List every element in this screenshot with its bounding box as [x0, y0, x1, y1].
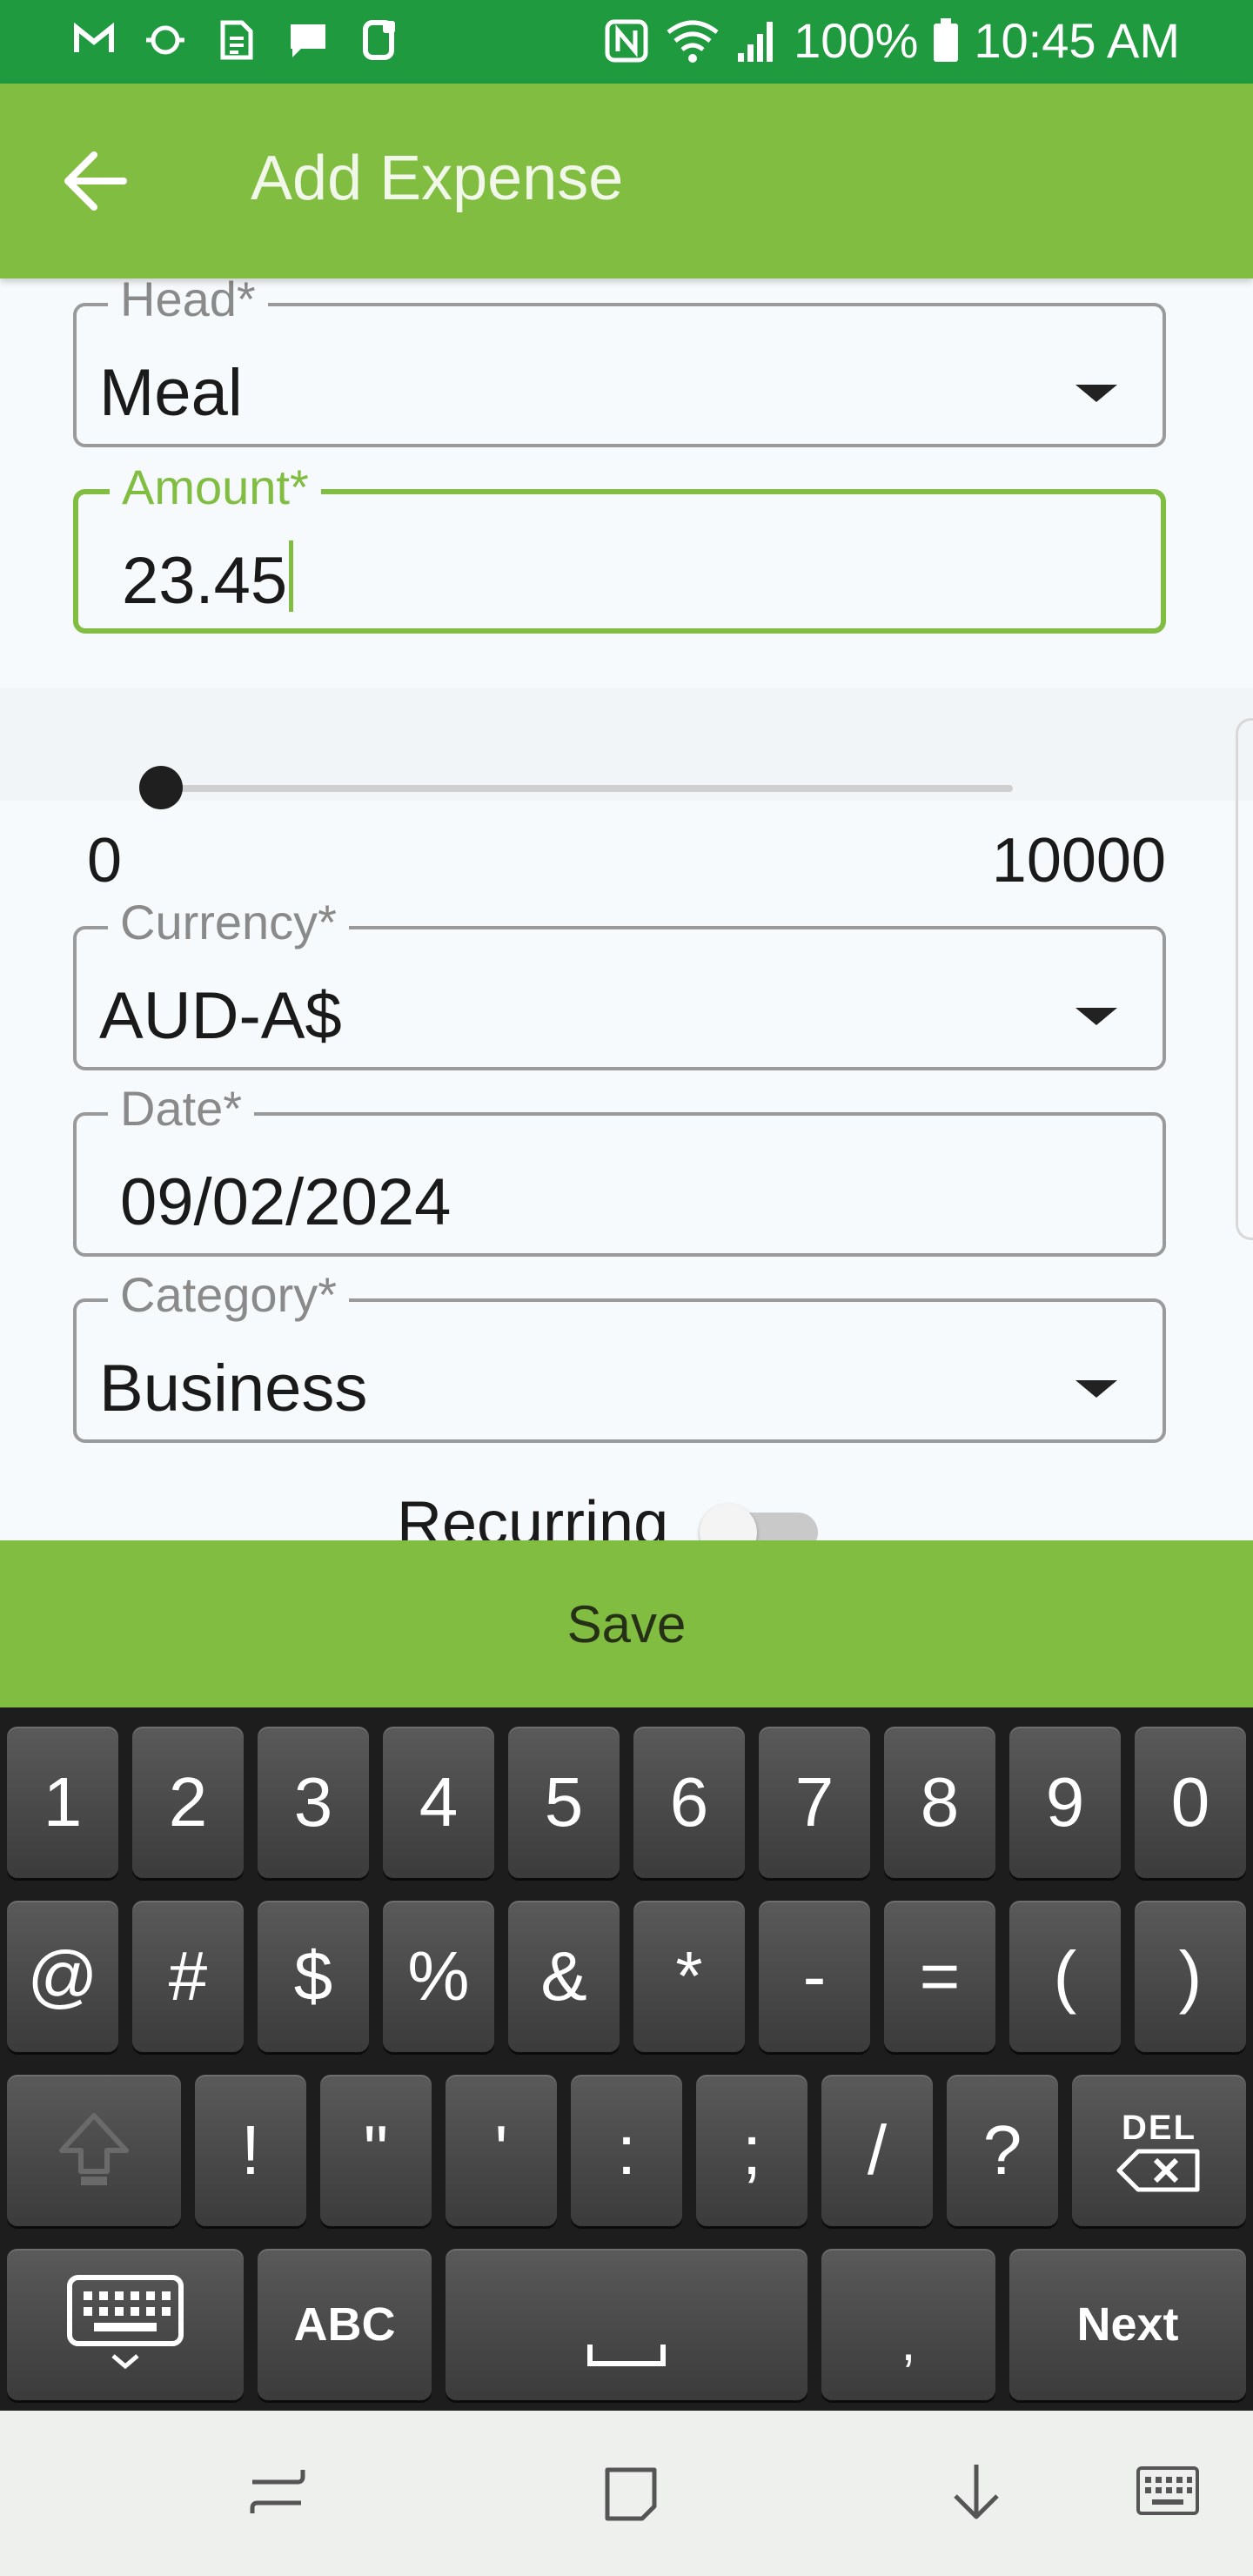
currency-value: AUD-A$ [99, 979, 342, 1053]
shift-icon [59, 2113, 129, 2185]
key-single-quote[interactable]: ' [446, 2075, 557, 2226]
abc-key[interactable]: ABC [258, 2249, 432, 2400]
key-asterisk[interactable]: * [633, 1901, 745, 2052]
key-open-paren[interactable]: ( [1009, 1901, 1121, 2052]
key-question[interactable]: ? [947, 2075, 1058, 2226]
amount-value: 23.45 [122, 544, 288, 618]
key-colon[interactable]: : [571, 2075, 682, 2226]
head-value: Meal [99, 356, 243, 430]
currency-label: Currency* [108, 891, 349, 954]
arrow-left-icon[interactable] [56, 146, 139, 216]
keyboard-hide-icon [67, 2275, 184, 2370]
recurring-label: Recurring [397, 1489, 669, 1540]
currency-select[interactable]: Currency* AUD-A$ [73, 891, 1166, 1070]
battery-icon [934, 17, 959, 62]
sync-icon [146, 25, 184, 55]
key-6[interactable]: 6 [633, 1727, 745, 1878]
key-5[interactable]: 5 [508, 1727, 620, 1878]
amount-slider-area [0, 688, 1253, 801]
text-cursor [289, 540, 294, 612]
amount-slider-thumb[interactable] [139, 766, 183, 809]
voicemail-icon [363, 20, 395, 60]
notification-icons [71, 17, 402, 63]
backspace-icon [1116, 2149, 1200, 2191]
date-field[interactable]: Date* 09/02/2024 [73, 1077, 1166, 1257]
amount-field[interactable]: Amount* 23.45 [73, 456, 1166, 634]
app-bar: Add Expense [0, 84, 1253, 278]
numeric-keyboard: 1 2 3 4 5 6 7 8 9 0 @ # $ % & * - = ( ) … [0, 1707, 1253, 2411]
key-dollar[interactable]: $ [258, 1901, 369, 2052]
toggle-knob [700, 1504, 757, 1540]
key-equals[interactable]: = [884, 1901, 995, 2052]
key-slash[interactable]: / [821, 2075, 933, 2226]
key-1[interactable]: 1 [7, 1727, 118, 1878]
key-at[interactable]: @ [7, 1901, 118, 2052]
hide-keyboard-key[interactable] [7, 2249, 244, 2400]
dropdown-arrow-icon [1075, 385, 1117, 402]
key-8[interactable]: 8 [884, 1727, 995, 1878]
dropdown-arrow-icon [1075, 1380, 1117, 1398]
expense-form: Head* Meal Amount* 23.45 0 10000 Currenc… [0, 278, 1253, 1540]
key-0[interactable]: 0 [1135, 1727, 1246, 1878]
status-right: 100% 10:45 AM [602, 12, 1180, 69]
head-select[interactable]: Head* Meal [73, 278, 1166, 447]
key-double-quote[interactable]: " [320, 2075, 432, 2226]
key-percent[interactable]: % [383, 1901, 494, 2052]
category-select[interactable]: Category* Business [73, 1264, 1166, 1443]
signal-icon [738, 21, 774, 62]
delete-key-label: DEL [1122, 2108, 1196, 2147]
back-icon[interactable] [943, 2459, 1009, 2526]
clock: 10:45 AM [974, 13, 1180, 68]
delete-key[interactable]: DEL [1072, 2075, 1246, 2226]
key-hash[interactable]: # [132, 1901, 244, 2052]
category-value: Business [99, 1352, 368, 1426]
key-3[interactable]: 3 [258, 1727, 369, 1878]
page-title: Add Expense [251, 144, 624, 213]
key-close-paren[interactable]: ) [1135, 1901, 1246, 2052]
scroll-indicator [1236, 718, 1253, 1240]
space-key[interactable] [446, 2249, 807, 2400]
key-exclamation[interactable]: ! [195, 2075, 306, 2226]
key-9[interactable]: 9 [1009, 1727, 1121, 1878]
gmail-icon [74, 22, 114, 52]
amount-slider-track[interactable] [160, 785, 1013, 792]
key-4[interactable]: 4 [383, 1727, 494, 1878]
head-label: Head* [108, 278, 268, 331]
save-button[interactable]: Save [0, 1540, 1253, 1707]
slider-min-label: 0 [87, 826, 123, 896]
date-value: 09/02/2024 [120, 1165, 452, 1239]
nfc-icon [605, 19, 648, 62]
date-label: Date* [108, 1077, 255, 1140]
recurring-toggle[interactable] [700, 1504, 821, 1540]
recent-apps-icon[interactable] [244, 2459, 310, 2526]
key-ampersand[interactable]: & [508, 1901, 620, 2052]
sim-icon [220, 20, 253, 60]
keyboard-switch-icon[interactable] [1133, 2459, 1203, 2526]
key-semicolon[interactable]: ; [696, 2075, 807, 2226]
key-minus[interactable]: - [759, 1901, 870, 2052]
key-7[interactable]: 7 [759, 1727, 870, 1878]
status-bar: 100% 10:45 AM [0, 0, 1253, 84]
shift-key[interactable] [7, 2075, 181, 2226]
key-comma[interactable]: , [821, 2249, 995, 2400]
dropdown-arrow-icon [1075, 1008, 1117, 1025]
message-icon [291, 24, 325, 57]
key-2[interactable]: 2 [132, 1727, 244, 1878]
battery-percent: 100% [794, 13, 919, 68]
amount-input[interactable]: 23.45 [122, 540, 294, 623]
navigation-bar [0, 2411, 1253, 2576]
wifi-icon [667, 20, 719, 63]
space-icon [587, 2345, 666, 2366]
amount-label: Amount* [110, 456, 321, 519]
home-icon[interactable] [597, 2459, 663, 2526]
slider-max-label: 10000 [991, 826, 1166, 896]
next-key[interactable]: Next [1009, 2249, 1246, 2400]
category-label: Category* [108, 1264, 350, 1326]
